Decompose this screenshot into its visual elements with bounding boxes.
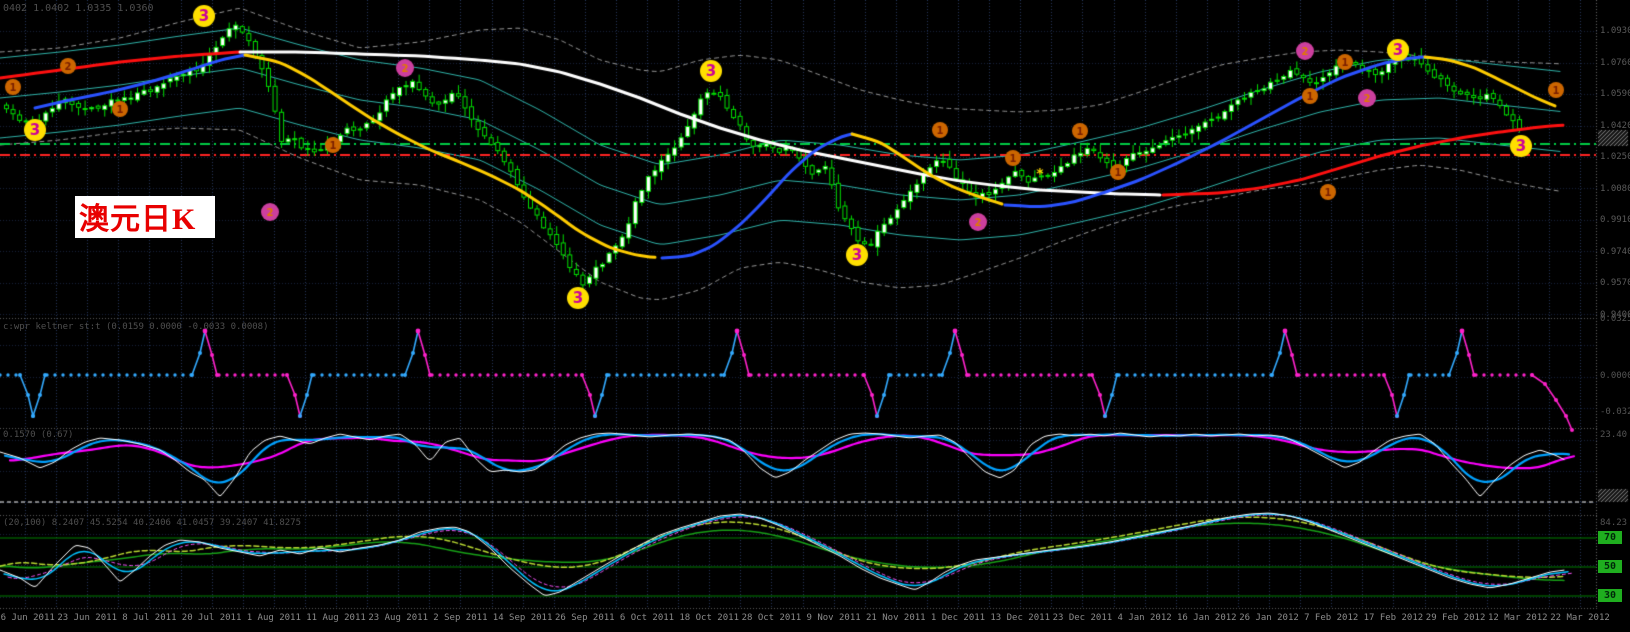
price-axis-label: 1.0080	[1600, 184, 1630, 194]
indicator-axis-label: -0.0325	[1600, 407, 1630, 417]
date-axis-label: 16 Jan 2012	[1176, 613, 1237, 623]
date-axis-label: 23 Jun 2011	[57, 613, 117, 623]
trading-chart-window: 0402 1.0402 1.0335 1.0360 澳元日K c:wpr kel…	[0, 0, 1630, 632]
semafor-indicator-label: c:wpr keltner st:t (0.0159 0.0000 -0.003…	[3, 322, 269, 332]
indicator-axis-label: 23.40	[1600, 430, 1628, 440]
date-axis-label: 23 Aug 2011	[368, 613, 428, 623]
date-axis-label: 28 Oct 2011	[741, 613, 802, 623]
date-axis-label: 20 Jul 2011	[181, 613, 242, 623]
price-axis-label: 1.0590	[1600, 89, 1630, 99]
level-badge: 30	[1598, 589, 1622, 602]
date-axis-label: 1 Dec 2011	[930, 613, 986, 623]
indicator-axis-label: 0.0000	[1600, 371, 1630, 381]
chart-title-box: 澳元日K	[75, 196, 215, 238]
indicator-axis-label: 0.0325	[1600, 314, 1630, 324]
level-badge: 70	[1598, 531, 1622, 544]
price-chart-canvas[interactable]	[0, 0, 1630, 632]
date-axis-label: 12 Mar 2012	[1487, 613, 1548, 623]
date-axis-label: 8 Jul 2011	[122, 613, 177, 623]
date-axis-label: 26 Jan 2012	[1239, 613, 1299, 623]
price-axis-label: 1.0760	[1600, 58, 1630, 68]
date-axis-label: 22 Mar 2012	[1550, 613, 1610, 623]
date-axis-label: 18 Oct 2011	[679, 613, 739, 623]
date-axis-label: 16 Jun 2011	[0, 613, 55, 623]
date-axis-label: 26 Sep 2011	[554, 613, 615, 623]
date-axis-label: 7 Feb 2012	[1304, 613, 1359, 623]
date-axis-label: 9 Nov 2011	[806, 613, 861, 623]
price-axis-label: 0.9910	[1600, 215, 1630, 225]
date-axis-label: 6 Oct 2011	[619, 613, 675, 623]
date-axis-label: 13 Dec 2011	[990, 613, 1050, 623]
level-badge: 50	[1598, 560, 1622, 573]
oscillator2-indicator-label: (20,100) 8.2407 45.5254 40.2406 41.0457 …	[3, 518, 302, 528]
date-axis-label: 29 Feb 2012	[1425, 613, 1486, 623]
date-axis-label: 4 Jan 2012	[1117, 613, 1172, 623]
date-axis-label: 14 Sep 2011	[492, 613, 553, 623]
price-axis-label: 0.9570	[1600, 278, 1630, 288]
price-axis-label: 1.0250	[1600, 152, 1630, 162]
chart-title: 澳元日K	[79, 203, 197, 236]
ohlc-readout: 0402 1.0402 1.0335 1.0360	[3, 3, 154, 14]
date-axis-label: 1 Aug 2011	[246, 613, 301, 623]
oscillator1-indicator-label: 0.1570 (0.67)	[3, 430, 74, 440]
price-axis-label: 0.9740	[1600, 247, 1630, 257]
price-axis-label: 1.0930	[1600, 26, 1630, 36]
date-axis-label: 17 Feb 2012	[1363, 613, 1424, 623]
date-axis-label: 21 Nov 2011	[865, 613, 926, 623]
indicator-axis-label: 84.23	[1600, 518, 1628, 528]
date-axis-label: 23 Dec 2011	[1052, 613, 1113, 623]
price-axis-label: 1.0420	[1600, 121, 1630, 131]
date-axis-label: 2 Sep 2011	[433, 613, 488, 623]
date-axis-label: 11 Aug 2011	[306, 613, 366, 623]
